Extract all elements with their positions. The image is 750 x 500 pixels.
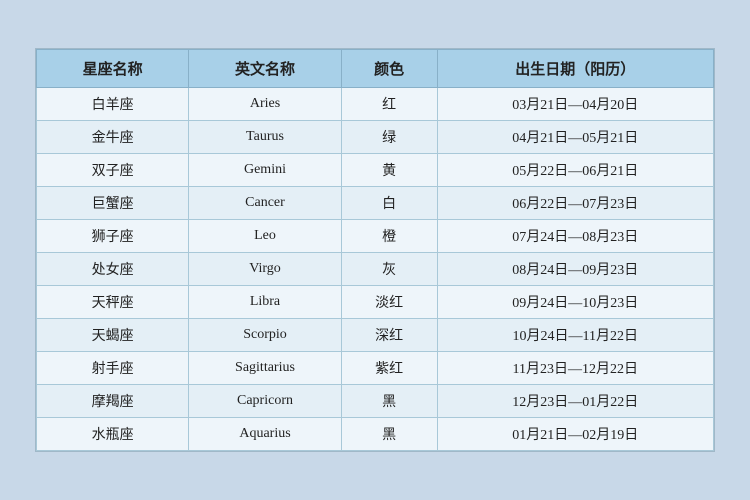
cell-dates: 10月24日—11月22日: [437, 319, 713, 352]
cell-chinese-name: 双子座: [37, 154, 189, 187]
table-row: 狮子座Leo橙07月24日—08月23日: [37, 220, 714, 253]
table-row: 射手座Sagittarius紫红11月23日—12月22日: [37, 352, 714, 385]
cell-dates: 03月21日—04月20日: [437, 88, 713, 121]
cell-english-name: Cancer: [189, 187, 341, 220]
cell-english-name: Scorpio: [189, 319, 341, 352]
cell-color: 白: [341, 187, 437, 220]
cell-english-name: Capricorn: [189, 385, 341, 418]
table-row: 金牛座Taurus绿04月21日—05月21日: [37, 121, 714, 154]
cell-color: 绿: [341, 121, 437, 154]
table-row: 双子座Gemini黄05月22日—06月21日: [37, 154, 714, 187]
cell-color: 灰: [341, 253, 437, 286]
cell-dates: 06月22日—07月23日: [437, 187, 713, 220]
cell-chinese-name: 处女座: [37, 253, 189, 286]
table-body: 白羊座Aries红03月21日—04月20日金牛座Taurus绿04月21日—0…: [37, 88, 714, 451]
cell-english-name: Libra: [189, 286, 341, 319]
cell-color: 淡红: [341, 286, 437, 319]
cell-dates: 08月24日—09月23日: [437, 253, 713, 286]
cell-dates: 11月23日—12月22日: [437, 352, 713, 385]
cell-english-name: Taurus: [189, 121, 341, 154]
cell-chinese-name: 狮子座: [37, 220, 189, 253]
cell-chinese-name: 白羊座: [37, 88, 189, 121]
cell-dates: 07月24日—08月23日: [437, 220, 713, 253]
cell-dates: 05月22日—06月21日: [437, 154, 713, 187]
cell-english-name: Sagittarius: [189, 352, 341, 385]
table-header-row: 星座名称 英文名称 颜色 出生日期（阳历）: [37, 50, 714, 88]
table-row: 水瓶座Aquarius黑01月21日—02月19日: [37, 418, 714, 451]
cell-english-name: Leo: [189, 220, 341, 253]
cell-english-name: Virgo: [189, 253, 341, 286]
table-row: 白羊座Aries红03月21日—04月20日: [37, 88, 714, 121]
header-dates: 出生日期（阳历）: [437, 50, 713, 88]
table-row: 天秤座Libra淡红09月24日—10月23日: [37, 286, 714, 319]
cell-chinese-name: 金牛座: [37, 121, 189, 154]
cell-color: 黄: [341, 154, 437, 187]
table-row: 摩羯座Capricorn黑12月23日—01月22日: [37, 385, 714, 418]
cell-chinese-name: 射手座: [37, 352, 189, 385]
cell-color: 黑: [341, 418, 437, 451]
cell-chinese-name: 天秤座: [37, 286, 189, 319]
cell-color: 深红: [341, 319, 437, 352]
cell-chinese-name: 天蝎座: [37, 319, 189, 352]
header-color: 颜色: [341, 50, 437, 88]
table-row: 处女座Virgo灰08月24日—09月23日: [37, 253, 714, 286]
table-row: 巨蟹座Cancer白06月22日—07月23日: [37, 187, 714, 220]
cell-dates: 09月24日—10月23日: [437, 286, 713, 319]
cell-chinese-name: 巨蟹座: [37, 187, 189, 220]
cell-english-name: Gemini: [189, 154, 341, 187]
cell-english-name: Aquarius: [189, 418, 341, 451]
cell-chinese-name: 摩羯座: [37, 385, 189, 418]
cell-color: 黑: [341, 385, 437, 418]
cell-dates: 01月21日—02月19日: [437, 418, 713, 451]
cell-english-name: Aries: [189, 88, 341, 121]
zodiac-table: 星座名称 英文名称 颜色 出生日期（阳历） 白羊座Aries红03月21日—04…: [36, 49, 714, 451]
zodiac-table-container: 星座名称 英文名称 颜色 出生日期（阳历） 白羊座Aries红03月21日—04…: [35, 48, 715, 452]
header-english-name: 英文名称: [189, 50, 341, 88]
cell-color: 紫红: [341, 352, 437, 385]
table-row: 天蝎座Scorpio深红10月24日—11月22日: [37, 319, 714, 352]
cell-chinese-name: 水瓶座: [37, 418, 189, 451]
header-chinese-name: 星座名称: [37, 50, 189, 88]
cell-dates: 12月23日—01月22日: [437, 385, 713, 418]
cell-color: 橙: [341, 220, 437, 253]
cell-color: 红: [341, 88, 437, 121]
cell-dates: 04月21日—05月21日: [437, 121, 713, 154]
